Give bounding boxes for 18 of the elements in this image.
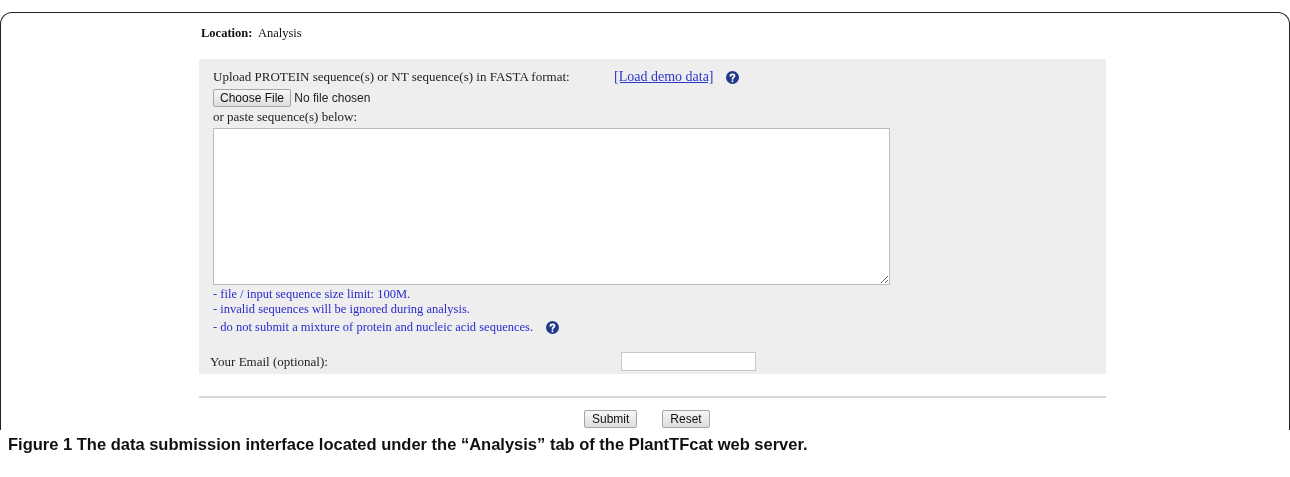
help-icon[interactable] [725, 70, 739, 84]
form-button[interactable]: Submit [584, 410, 638, 428]
load-demo-link[interactable]: [Load demo data] [614, 69, 714, 85]
paste-label: or paste sequence(s) below: [213, 109, 359, 125]
note-text: - invalid sequences will be ignored during analysis. [213, 302, 470, 317]
email-input-field[interactable] [621, 352, 756, 371]
form-button[interactable]: Reset [662, 410, 710, 428]
location-label: Location: [201, 26, 253, 40]
upload-label: Upload PROTEIN sequence(s) or NT sequence(s) in FASTA format: [213, 69, 571, 85]
note-text: - do not submit a mixture of protein and nucleic acid sequences. [213, 320, 534, 335]
email-label: Your Email (optional): [210, 353, 329, 370]
help-icon[interactable] [546, 321, 560, 334]
sequence-input-field[interactable] [213, 128, 890, 285]
note-text: - file / input sequence size limit: 100M. [213, 287, 411, 302]
location-value: Analysis [257, 26, 302, 40]
file-status: No file chosen [293, 91, 371, 105]
choose-file-button[interactable]: Choose File [213, 89, 292, 107]
figure-caption: Figure 1 The data submission interface located under the “Analysis” tab of the PlantTFcat web server. [8, 435, 808, 453]
